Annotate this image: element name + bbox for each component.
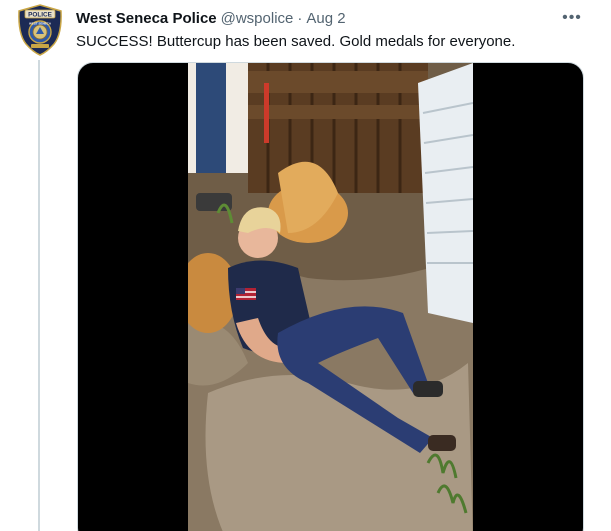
badge-text-top: POLICE <box>28 11 53 18</box>
author-name[interactable]: West Seneca Police <box>76 9 217 29</box>
badge-text-bottom: WEST SENECA <box>29 22 52 26</box>
tweet-text: SUCCESS! Buttercup has been saved. Gold … <box>76 33 516 50</box>
author-handle[interactable]: @wspolice <box>221 9 294 29</box>
tweet-date[interactable]: Aug 2 <box>306 9 345 29</box>
thread-line <box>38 60 40 531</box>
tweet-media-video[interactable] <box>77 62 584 531</box>
more-options-button[interactable]: ••• <box>558 6 586 30</box>
more-icon: ••• <box>562 9 582 26</box>
tweet[interactable]: POLICE WEST SENECA West Seneca Police @w… <box>0 0 611 531</box>
video-thumbnail <box>188 63 473 531</box>
police-badge-icon: POLICE WEST SENECA <box>18 4 62 56</box>
tweet-header: West Seneca Police @wspolice · Aug 2 <box>76 8 346 30</box>
video-frame <box>188 63 473 531</box>
separator-dot: · <box>297 10 303 27</box>
avatar[interactable]: POLICE WEST SENECA <box>16 4 64 56</box>
